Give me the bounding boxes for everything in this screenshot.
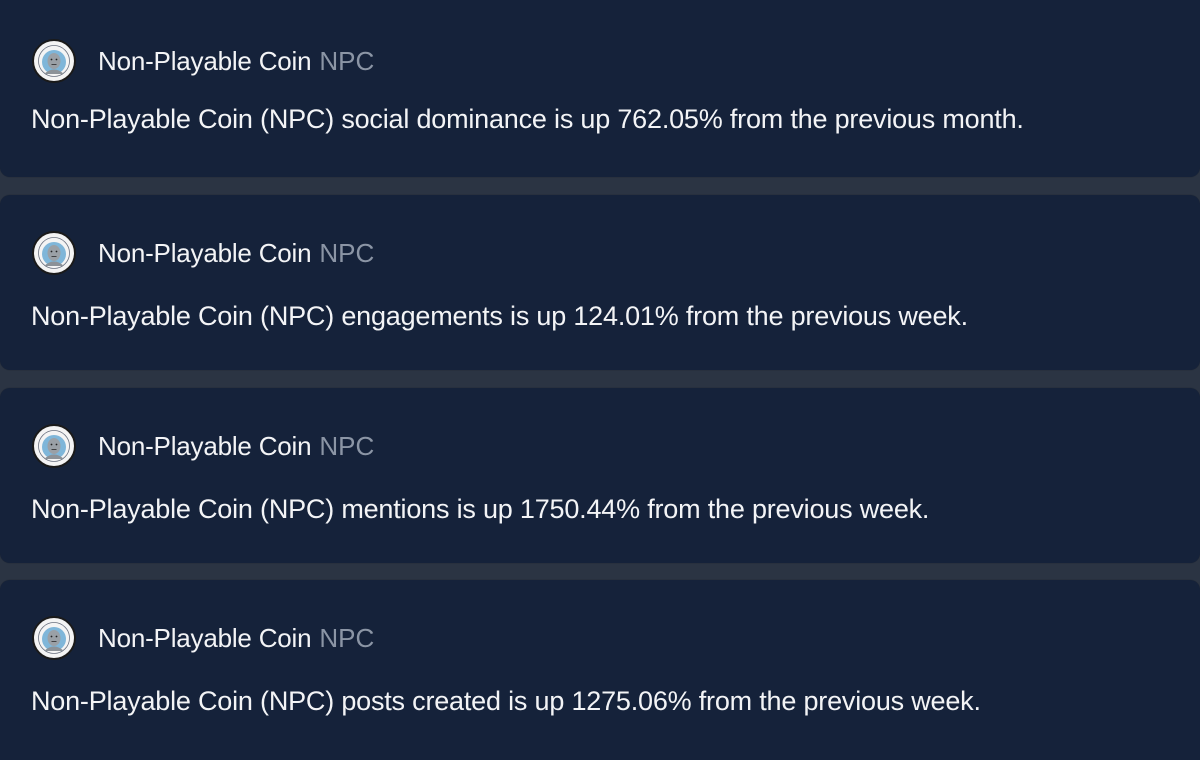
npc-coin-logo-icon[interactable] [32, 39, 76, 83]
coin-name[interactable]: Non-Playable Coin [98, 623, 312, 654]
coin-ticker: NPC [319, 622, 375, 653]
notification-message: Non-Playable Coin (NPC) mentions is up 1… [31, 494, 930, 524]
notification-card[interactable]: Non-Playable Coin NPC Non-Playable Coin … [0, 580, 1200, 760]
card-header: Non-Playable Coin NPC [32, 229, 374, 277]
notification-message: Non-Playable Coin (NPC) social dominance… [31, 104, 1024, 134]
card-header: Non-Playable Coin NPC [32, 37, 374, 85]
coin-ticker: NPC [319, 45, 375, 76]
notification-feed: Non-Playable Coin NPC Non-Playable Coin … [0, 0, 1200, 760]
notification-card[interactable]: Non-Playable Coin NPC Non-Playable Coin … [0, 0, 1200, 177]
notification-card[interactable]: Non-Playable Coin NPC Non-Playable Coin … [0, 388, 1200, 563]
notification-message: Non-Playable Coin (NPC) engagements is u… [31, 301, 968, 331]
coin-name[interactable]: Non-Playable Coin [98, 431, 312, 462]
coin-ticker: NPC [319, 237, 375, 268]
npc-coin-logo-icon[interactable] [32, 616, 76, 660]
npc-coin-logo-icon[interactable] [32, 231, 76, 275]
coin-ticker: NPC [319, 430, 375, 461]
card-header: Non-Playable Coin NPC [32, 614, 374, 662]
notification-message: Non-Playable Coin (NPC) posts created is… [31, 686, 981, 716]
coin-name[interactable]: Non-Playable Coin [98, 46, 312, 77]
npc-coin-logo-icon[interactable] [32, 424, 76, 468]
card-header: Non-Playable Coin NPC [32, 422, 374, 470]
notification-card[interactable]: Non-Playable Coin NPC Non-Playable Coin … [0, 195, 1200, 370]
coin-name[interactable]: Non-Playable Coin [98, 238, 312, 269]
